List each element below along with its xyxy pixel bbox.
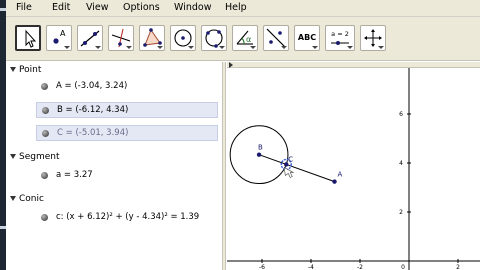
panel-divider[interactable] xyxy=(222,62,226,270)
angle-tool[interactable]: α xyxy=(232,25,258,51)
algebra-item-text: C = (-5.01, 3.94) xyxy=(57,128,129,138)
visibility-toggle-icon[interactable] xyxy=(42,130,49,137)
point-a xyxy=(332,179,337,184)
menu-edit[interactable]: Edit xyxy=(52,2,70,13)
algebra-item-segment-a[interactable]: a = 3.27 xyxy=(36,168,218,184)
graphics-view[interactable]: -6 -4 -2 0 2 6 4 2 A B C xyxy=(227,62,480,270)
category-label: Segment xyxy=(19,152,60,162)
visibility-toggle-icon[interactable] xyxy=(42,107,49,114)
algebra-item-text: B = (-6.12, 4.34) xyxy=(57,105,129,115)
graphics-canvas[interactable]: -6 -4 -2 0 2 6 4 2 A B C xyxy=(227,68,480,270)
x-tick-label: -6 xyxy=(259,264,265,270)
tool-menu-arrow xyxy=(126,46,132,49)
algebra-item-text: A = (-3.04, 3.24) xyxy=(56,81,128,91)
hand-cursor-icon xyxy=(283,166,295,178)
menu-options[interactable]: Options xyxy=(123,2,160,13)
point-b xyxy=(256,152,262,157)
x-tick-label: 2 xyxy=(456,264,460,270)
tool-menu-arrow xyxy=(312,46,318,49)
menu-view[interactable]: View xyxy=(86,2,109,13)
point-label-b: B xyxy=(258,144,263,152)
segment-a xyxy=(258,154,335,183)
tool-menu-arrow xyxy=(157,46,163,49)
category-segment[interactable]: Segment xyxy=(10,152,60,162)
point-label-c: C xyxy=(288,155,293,163)
point-label-a: A xyxy=(338,171,343,179)
visibility-toggle-icon[interactable] xyxy=(41,214,48,221)
new-point-tool[interactable]: A xyxy=(46,25,72,51)
visibility-toggle-icon[interactable] xyxy=(41,83,48,90)
algebra-item-text: a = 3.27 xyxy=(56,170,93,180)
y-tick-label: 2 xyxy=(399,209,403,216)
tool-menu-arrow xyxy=(64,46,70,49)
polygon-tool[interactable] xyxy=(139,25,165,51)
circle-center-point-tool[interactable] xyxy=(170,25,196,51)
toolbar: A α ABC a = 2 xyxy=(6,17,480,61)
menu-help[interactable]: Help xyxy=(225,2,247,13)
menu-window[interactable]: Window xyxy=(174,2,211,13)
algebra-view: Point A = (-3.04, 3.24) B = (-6.12, 4.34… xyxy=(6,62,222,270)
line-tool[interactable] xyxy=(77,25,103,51)
tool-menu-arrow xyxy=(188,46,194,49)
algebra-item-text: c: (x + 6.12)² + (y - 4.34)² = 1.39 xyxy=(56,212,200,222)
menu-file[interactable]: File xyxy=(16,2,32,13)
x-tick-label: 0 xyxy=(401,264,405,270)
y-tick-label: 6 xyxy=(399,111,403,118)
angle-tool-label: α xyxy=(246,35,252,44)
category-label: Conic xyxy=(19,194,44,204)
collapse-triangle-icon xyxy=(10,154,16,159)
tool-menu-arrow xyxy=(219,46,225,49)
geogebra-window: File Edit View Options Window Help A α A… xyxy=(6,0,480,270)
tool-menu-arrow xyxy=(250,46,256,49)
algebra-item-point-c[interactable]: C = (-5.01, 3.94) xyxy=(36,125,218,141)
tool-menu-arrow xyxy=(95,46,101,49)
reflect-tool[interactable] xyxy=(263,25,289,51)
visibility-toggle-icon[interactable] xyxy=(41,172,48,179)
move-tool[interactable] xyxy=(15,25,41,51)
point-tool-label: A xyxy=(60,29,66,38)
move-graphics-view-tool[interactable] xyxy=(360,25,386,51)
arrow-cursor-icon xyxy=(25,29,37,48)
tool-menu-arrow xyxy=(347,46,353,49)
x-tick-label: -4 xyxy=(308,264,314,270)
text-tool[interactable]: ABC xyxy=(294,25,320,51)
algebra-item-point-a[interactable]: A = (-3.04, 3.24) xyxy=(36,79,218,95)
collapse-triangle-icon xyxy=(10,67,16,72)
perpendicular-line-tool[interactable] xyxy=(108,25,134,51)
tool-menu-arrow xyxy=(281,46,287,49)
tool-menu-arrow xyxy=(378,46,384,49)
menubar: File Edit View Options Window Help xyxy=(6,0,480,17)
category-point[interactable]: Point xyxy=(10,65,41,75)
y-tick-label: 4 xyxy=(399,160,403,167)
circle-three-points-tool[interactable] xyxy=(201,25,227,51)
text-icon: ABC xyxy=(297,33,317,42)
algebra-item-point-b[interactable]: B = (-6.12, 4.34) xyxy=(36,102,218,118)
algebra-item-conic-c[interactable]: c: (x + 6.12)² + (y - 4.34)² = 1.39 xyxy=(36,210,218,226)
collapse-triangle-icon xyxy=(10,196,16,201)
slider-tool[interactable]: a = 2 xyxy=(325,25,355,51)
category-conic[interactable]: Conic xyxy=(10,194,44,204)
category-label: Point xyxy=(19,65,42,75)
x-tick-label: -2 xyxy=(357,264,363,270)
